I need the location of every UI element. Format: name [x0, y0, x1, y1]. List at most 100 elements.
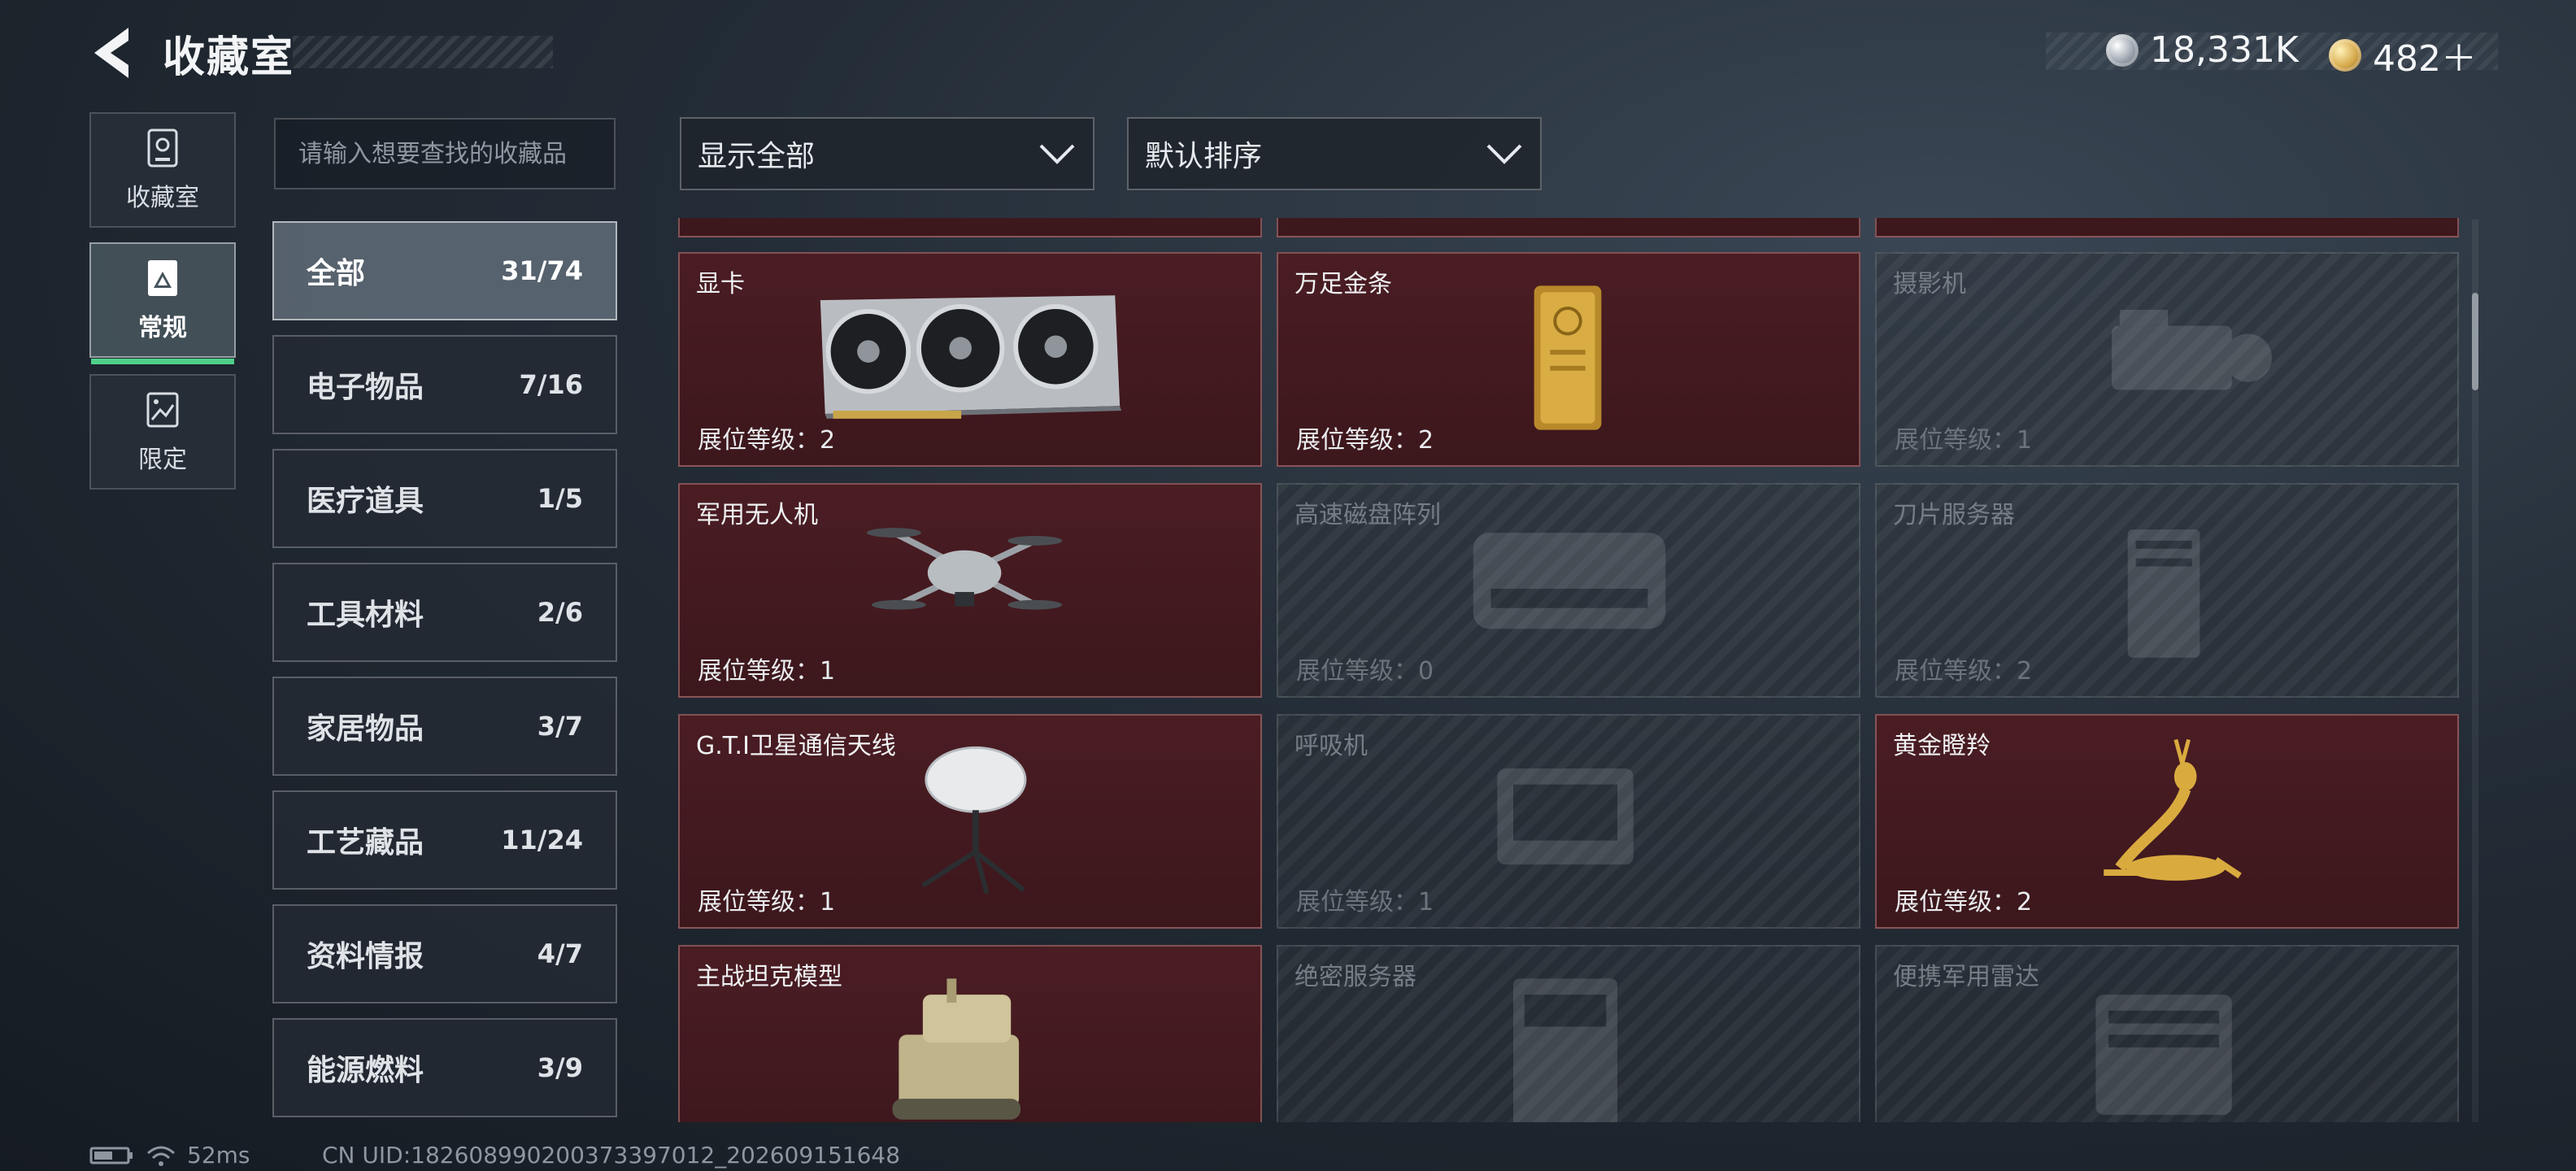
- level-value: 2: [820, 426, 836, 455]
- page-title: 收藏室: [163, 33, 295, 82]
- sort-dropdown[interactable]: 默认排序: [1127, 117, 1542, 190]
- item-name: 万足金条: [1295, 270, 1392, 298]
- item-card-camera[interactable]: 摄影机 展位等级：1: [1875, 252, 2459, 467]
- silver-currency-value: 18,331K: [2150, 29, 2299, 71]
- level-label: 展位等级：: [698, 426, 820, 455]
- category-name: 工艺藏品: [307, 826, 424, 860]
- item-card-secret-server[interactable]: 绝密服务器: [1277, 945, 1860, 1122]
- item-card-graphics-card[interactable]: 显卡 展位等级：2: [678, 252, 1262, 467]
- item-level: 展位等级：2: [1296, 420, 1434, 455]
- item-card-blade-server[interactable]: 刀片服务器 展位等级：2: [1875, 483, 2459, 698]
- level-label: 展位等级：: [1296, 657, 1418, 686]
- limited-image-icon: [146, 392, 179, 428]
- tab-regular[interactable]: 常规: [89, 242, 236, 364]
- item-name: 显卡: [696, 270, 745, 298]
- item-card-partial[interactable]: [678, 218, 1262, 237]
- item-level: 展位等级：1: [1296, 882, 1434, 917]
- category-count: 1/5: [537, 483, 583, 514]
- uid-text: CN UID:1826089902003733970‌12_2026091516…: [322, 1142, 900, 1169]
- display-filter-dropdown[interactable]: 显示全部: [680, 117, 1094, 190]
- category-count: 4/7: [537, 938, 583, 969]
- level-label: 展位等级：: [1895, 888, 2017, 916]
- item-name: G.T.I卫星通信天线: [696, 732, 896, 760]
- category-medical[interactable]: 医疗道具 1/5: [272, 449, 617, 548]
- level-value: 1: [2017, 426, 2033, 455]
- category-name: 电子物品: [307, 371, 424, 404]
- item-name: 便携军用雷达: [1893, 963, 2039, 991]
- category-count: 3/9: [537, 1052, 583, 1083]
- gold-currency[interactable]: 482＋: [2329, 29, 2477, 81]
- picture-icon: [148, 260, 177, 296]
- item-card-golden-gazelle[interactable]: 黄金瞪羚 展位等级：2: [1875, 714, 2459, 929]
- item-card-ventilator[interactable]: 呼吸机 展位等级：1: [1277, 714, 1860, 929]
- tab-limited[interactable]: 限定: [89, 374, 236, 490]
- category-all[interactable]: 全部 31/74: [272, 221, 617, 320]
- item-level: 展位等级：0: [1296, 651, 1434, 686]
- category-name: 工具材料: [307, 599, 424, 632]
- category-electronics[interactable]: 电子物品 7/16: [272, 335, 617, 434]
- item-name: 呼吸机: [1295, 732, 1368, 760]
- category-energy[interactable]: 能源燃料 3/9: [272, 1018, 617, 1117]
- display-filter-value: 显示全部: [698, 140, 816, 173]
- category-household[interactable]: 家居物品 3/7: [272, 677, 617, 776]
- level-label: 展位等级：: [698, 657, 820, 686]
- item-name: 军用无人机: [696, 501, 818, 529]
- category-count: 2/6: [537, 597, 583, 628]
- level-value: 0: [1418, 657, 1434, 686]
- item-card-portable-radar[interactable]: 便携军用雷达: [1875, 945, 2459, 1122]
- title-decoration: [293, 36, 553, 68]
- item-name: 刀片服务器: [1893, 501, 2015, 529]
- category-crafts[interactable]: 工艺藏品 11/24: [272, 790, 617, 890]
- silver-currency[interactable]: 18,331K: [2106, 29, 2299, 71]
- category-count: 3/7: [537, 711, 583, 742]
- status-bar: 52ms: [89, 1142, 250, 1169]
- level-label: 展位等级：: [698, 888, 820, 916]
- search-input[interactable]: [274, 118, 616, 189]
- level-value: 1: [1418, 888, 1434, 916]
- silver-coin-icon: [2106, 33, 2139, 67]
- chevron-down-icon: [1486, 144, 1522, 164]
- chevron-down-icon: [1039, 144, 1075, 164]
- level-label: 展位等级：: [1296, 426, 1418, 455]
- item-card-disk-array[interactable]: 高速磁盘阵列 展位等级：0: [1277, 483, 1860, 698]
- active-tab-indicator: [91, 359, 234, 364]
- item-card-partial[interactable]: [1277, 218, 1860, 237]
- level-value: 1: [820, 888, 836, 916]
- item-level: 展位等级：1: [698, 651, 835, 686]
- level-label: 展位等级：: [1895, 657, 2017, 686]
- item-level: 展位等级：2: [1895, 651, 2032, 686]
- item-card-drone[interactable]: 军用无人机 展位等级：1: [678, 483, 1262, 698]
- category-intel[interactable]: 资料情报 4/7: [272, 904, 617, 1003]
- gold-currency-value: 482＋: [2373, 38, 2477, 80]
- category-name: 医疗道具: [307, 485, 424, 518]
- scrollbar-thumb[interactable]: [2472, 293, 2478, 390]
- collection-grid: 显卡 展位等级：2 万足金条 展位等级：2 摄影机 展位等级：1 军用无人机 展…: [678, 218, 2464, 1122]
- item-card-satellite-antenna[interactable]: G.T.I卫星通信天线 展位等级：1: [678, 714, 1262, 929]
- item-level: 展位等级：2: [1895, 882, 2032, 917]
- category-tools[interactable]: 工具材料 2/6: [272, 563, 617, 662]
- item-name: 主战坦克模型: [696, 963, 842, 991]
- item-level: 展位等级：1: [698, 882, 835, 917]
- item-card-partial[interactable]: [1875, 218, 2459, 237]
- category-name: 家居物品: [307, 712, 424, 746]
- tab-collection-room[interactable]: 收藏室: [89, 112, 236, 228]
- item-card-gold-bar[interactable]: 万足金条 展位等级：2: [1277, 252, 1860, 467]
- uid-value: CN UID:1826089902003733970‌12_2026091516…: [322, 1142, 901, 1169]
- level-value: 2: [2017, 657, 2033, 686]
- wifi-icon: [147, 1146, 175, 1166]
- gold-coin-icon: [2329, 39, 2361, 72]
- category-name: 资料情报: [307, 940, 424, 973]
- back-button[interactable]: [88, 24, 137, 81]
- category-count: 31/74: [501, 255, 583, 286]
- tab-label: 收藏室: [126, 184, 199, 212]
- ping-value: 52ms: [187, 1142, 250, 1169]
- tab-label: 常规: [138, 314, 187, 342]
- item-card-tank-model[interactable]: 主战坦克模型: [678, 945, 1262, 1122]
- tab-label: 限定: [138, 446, 187, 474]
- top-bar: 收藏室 18,331K 482＋: [0, 0, 2576, 106]
- item-name: 摄影机: [1893, 270, 1966, 298]
- back-arrow-icon: [94, 28, 128, 78]
- level-label: 展位等级：: [1895, 426, 2017, 455]
- category-count: 11/24: [501, 825, 583, 855]
- category-name: 全部: [307, 257, 366, 290]
